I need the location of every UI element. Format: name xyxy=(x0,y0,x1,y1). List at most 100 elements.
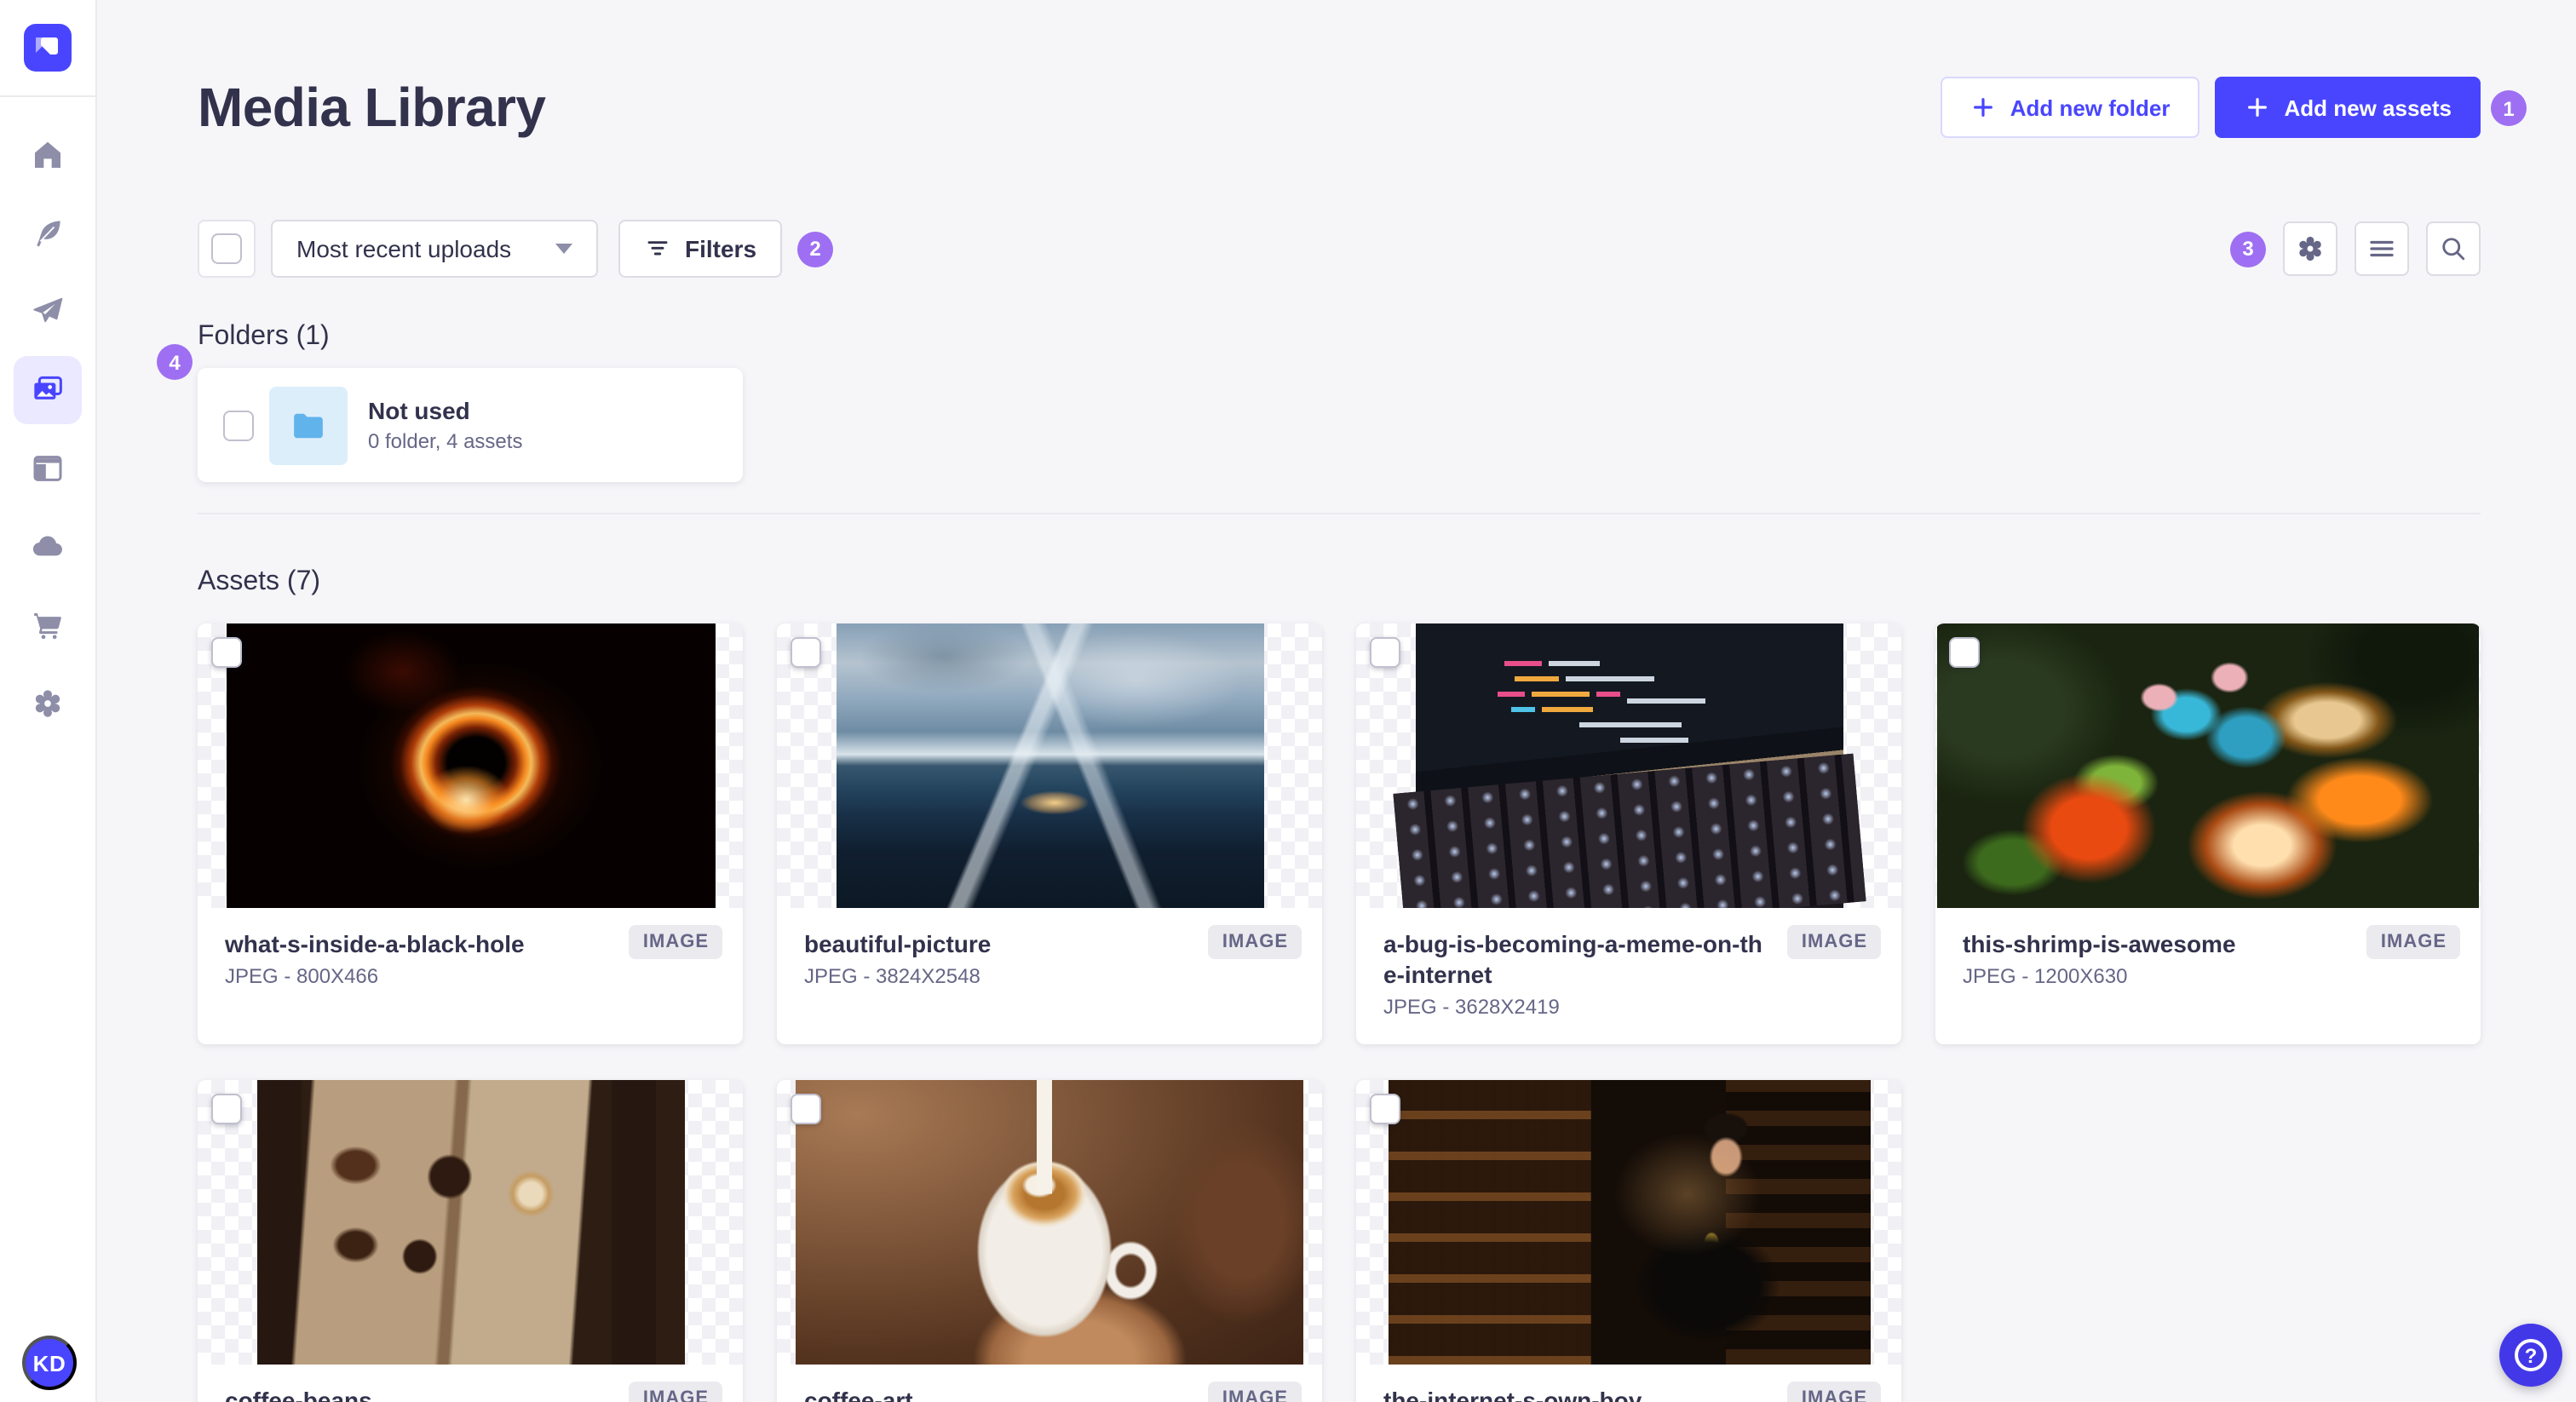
add-new-assets-label: Add new assets xyxy=(2284,95,2452,120)
asset-checkbox[interactable] xyxy=(1949,637,1980,668)
sidebar-nav xyxy=(14,97,82,738)
tour-step-badge-3: 3 xyxy=(2230,231,2266,267)
section-divider xyxy=(198,513,2481,514)
asset-thumbnail xyxy=(1356,1080,1901,1365)
main-content: Media Library Add new folder Add new ass… xyxy=(97,0,2576,1402)
asset-checkbox[interactable] xyxy=(1370,1094,1400,1124)
folders-heading: Folders (1) xyxy=(198,322,330,351)
settings-icon xyxy=(31,687,65,721)
asset-title: coffee-beans xyxy=(225,1387,372,1402)
asset-checkbox[interactable] xyxy=(791,637,821,668)
paper-plane-icon xyxy=(33,297,63,323)
help-button[interactable]: ? xyxy=(2499,1324,2562,1387)
select-all-box[interactable] xyxy=(198,220,256,278)
media-library-icon xyxy=(34,376,62,399)
asset-card-footer: the-internet-s-own-boy JPEG - 1200X707 I… xyxy=(1356,1365,1901,1402)
folder-checkbox[interactable] xyxy=(223,410,254,440)
asset-card-bug-meme[interactable]: a-bug-is-becoming-a-meme-on-the-internet… xyxy=(1356,623,1901,1044)
folder-card[interactable]: Not used 0 folder, 4 assets xyxy=(198,368,743,482)
asset-thumbnail xyxy=(1935,623,2481,908)
asset-checkbox[interactable] xyxy=(1370,637,1400,668)
question-mark-icon: ? xyxy=(2515,1339,2547,1371)
logo-wrap xyxy=(0,0,96,97)
asset-thumbnail xyxy=(198,623,743,908)
asset-image-coffee-beans xyxy=(256,1080,684,1365)
header-actions: Add new folder Add new assets 1 xyxy=(1940,77,2527,138)
search-icon xyxy=(2442,238,2465,261)
folder-icon-box xyxy=(269,386,348,464)
toolbar: Most recent uploads Filters 2 3 xyxy=(198,220,2481,278)
asset-card-footer: coffee-art JPEG - 5824X3259 IMAGE xyxy=(777,1365,1322,1402)
tour-step-badge-1: 1 xyxy=(2491,90,2527,126)
sort-select[interactable]: Most recent uploads xyxy=(271,220,598,278)
asset-type-badge: IMAGE xyxy=(2366,925,2460,959)
list-view-button[interactable] xyxy=(2355,221,2409,276)
asset-image-laptop-code xyxy=(1415,623,1843,908)
select-all-checkbox[interactable] xyxy=(211,233,242,264)
folder-texts: Not used 0 folder, 4 assets xyxy=(368,395,522,455)
folders-section: 4 Folders (1) Not used 0 folder, 4 asset… xyxy=(157,320,2481,482)
toolbar-right: 3 xyxy=(2230,221,2481,276)
sidebar-item-releases[interactable] xyxy=(14,278,82,346)
asset-image-mountains xyxy=(836,623,1263,908)
folder-title: Not used xyxy=(368,397,470,424)
asset-type-badge: IMAGE xyxy=(1787,925,1881,959)
sidebar-item-content[interactable] xyxy=(14,199,82,267)
filters-button[interactable]: Filters xyxy=(618,220,783,278)
asset-card-coffee-art[interactable]: coffee-art JPEG - 5824X3259 IMAGE xyxy=(777,1080,1322,1402)
sidebar: KD xyxy=(0,0,97,1402)
asset-card-footer: a-bug-is-becoming-a-meme-on-the-internet… xyxy=(1356,908,1901,1044)
page-header: Media Library Add new folder Add new ass… xyxy=(198,75,2527,140)
folder-icon xyxy=(294,412,323,438)
asset-card-beautiful-picture[interactable]: beautiful-picture JPEG - 3824X2548 IMAGE xyxy=(777,623,1322,1044)
asset-thumbnail xyxy=(777,623,1322,908)
asset-thumbnail xyxy=(777,1080,1322,1365)
sidebar-item-settings[interactable] xyxy=(14,669,82,738)
cloud-icon xyxy=(32,536,62,556)
cart-icon xyxy=(34,613,61,640)
asset-card-coffee-beans[interactable]: coffee-beans JPEG - 5021X3347 IMAGE xyxy=(198,1080,743,1402)
asset-card-shrimp[interactable]: this-shrimp-is-awesome JPEG - 1200X630 I… xyxy=(1935,623,2481,1044)
layout-icon xyxy=(33,456,62,481)
asset-type-badge: IMAGE xyxy=(1787,1382,1881,1402)
sidebar-item-home[interactable] xyxy=(14,121,82,189)
sidebar-item-media-library[interactable] xyxy=(14,356,82,424)
asset-title: coffee-art xyxy=(804,1387,913,1402)
asset-card-footer: this-shrimp-is-awesome JPEG - 1200X630 I… xyxy=(1935,908,2481,1044)
search-button[interactable] xyxy=(2426,221,2481,276)
sidebar-item-marketplace[interactable] xyxy=(14,591,82,659)
asset-thumbnail xyxy=(1356,623,1901,908)
sidebar-item-deploy[interactable] xyxy=(14,513,82,581)
asset-checkbox[interactable] xyxy=(791,1094,821,1124)
assets-heading: Assets (7) xyxy=(198,567,321,596)
asset-checkbox[interactable] xyxy=(211,1094,242,1124)
media-library-screen: KD Media Library Add new folder Add new … xyxy=(0,0,2576,1402)
asset-image-coffee-art xyxy=(796,1080,1303,1365)
view-settings-button[interactable] xyxy=(2283,221,2337,276)
add-new-assets-button[interactable]: Add new assets 1 xyxy=(2214,77,2527,138)
asset-type-badge: IMAGE xyxy=(1208,1382,1302,1402)
asset-title: what-s-inside-a-black-hole xyxy=(225,930,525,957)
asset-title: beautiful-picture xyxy=(804,930,992,957)
asset-title: a-bug-is-becoming-a-meme-on-the-internet xyxy=(1383,930,1762,988)
asset-checkbox[interactable] xyxy=(211,637,242,668)
asset-meta: JPEG - 1200X630 xyxy=(1963,964,2128,988)
folder-subtitle: 0 folder, 4 assets xyxy=(368,429,523,453)
sidebar-item-content-type-builder[interactable] xyxy=(14,434,82,503)
strapi-logo-icon[interactable] xyxy=(24,24,72,72)
plus-icon xyxy=(1969,94,1997,121)
asset-card-footer: coffee-beans JPEG - 5021X3347 IMAGE xyxy=(198,1365,743,1402)
asset-title: this-shrimp-is-awesome xyxy=(1963,930,2236,957)
avatar[interactable]: KD xyxy=(22,1336,77,1390)
filter-icon xyxy=(647,241,668,256)
add-new-folder-button[interactable]: Add new folder xyxy=(1940,77,2199,138)
asset-card-internet-own-boy[interactable]: the-internet-s-own-boy JPEG - 1200X707 I… xyxy=(1356,1080,1901,1402)
asset-type-badge: IMAGE xyxy=(629,925,722,959)
asset-type-badge: IMAGE xyxy=(629,1382,722,1402)
tour-step-badge-2: 2 xyxy=(797,231,834,267)
asset-card-black-hole[interactable]: what-s-inside-a-black-hole JPEG - 800X46… xyxy=(198,623,743,1044)
asset-card-footer: beautiful-picture JPEG - 3824X2548 IMAGE xyxy=(777,908,1322,1044)
add-new-folder-label: Add new folder xyxy=(2010,95,2171,120)
settings-icon xyxy=(2295,233,2326,264)
page-title: Media Library xyxy=(198,77,546,138)
